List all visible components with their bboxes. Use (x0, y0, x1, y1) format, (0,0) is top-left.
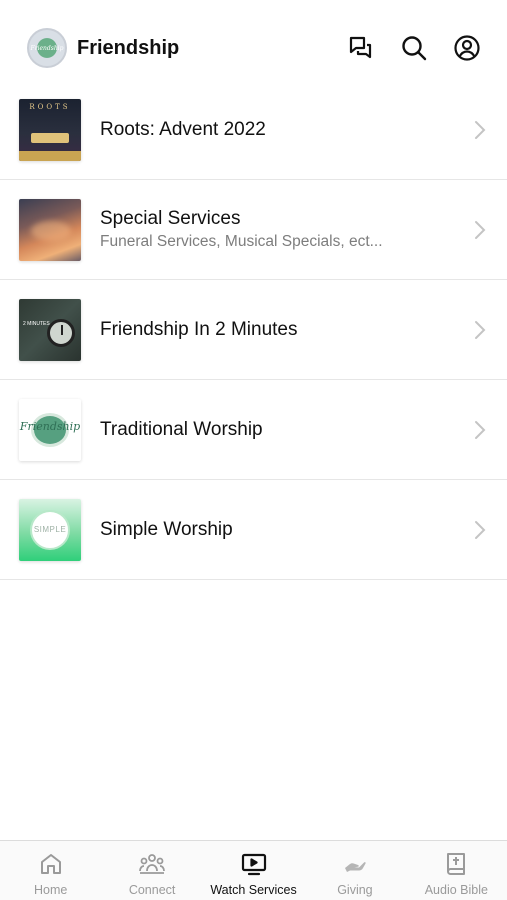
list-item-texts: Roots: Advent 2022 (100, 119, 473, 141)
list-item-title: Traditional Worship (100, 418, 263, 440)
traditional-worship-thumbnail: Friendship (19, 398, 81, 461)
thumb-band (31, 132, 69, 143)
list-item-title: Friendship In 2 Minutes (100, 318, 298, 340)
tab-home[interactable]: Home (0, 841, 101, 900)
people-icon (139, 854, 166, 874)
list-item-subtitle: Funeral Services, Musical Specials, ect.… (100, 233, 383, 250)
chevron-right-icon (475, 420, 486, 439)
tab-giving[interactable]: Giving (304, 841, 405, 900)
app: Friendship Friendship ROOTS Roots: Adven… (0, 0, 507, 900)
tab-label: Giving (337, 883, 373, 897)
list-item-traditional-worship[interactable]: Friendship Traditional Worship (0, 380, 507, 480)
chevron-right-icon (475, 320, 486, 339)
clock-icon (47, 318, 75, 347)
list-item-texts: Simple Worship (100, 519, 473, 541)
list-item-texts: Traditional Worship (100, 419, 473, 441)
list-item-texts: Special Services Funeral Services, Music… (100, 208, 473, 251)
logo-text: Friendship (30, 44, 64, 52)
tab-label: Audio Bible (424, 883, 488, 897)
friendship-2-minutes-thumbnail: 2 MINUTES (19, 298, 81, 361)
thumb-text: ROOTS (29, 102, 71, 111)
tab-watch-services[interactable]: Watch Services (203, 841, 304, 900)
list-item-friendship-2-minutes[interactable]: 2 MINUTES Friendship In 2 Minutes (0, 280, 507, 380)
profile-icon[interactable] (453, 34, 481, 62)
list-item-simple-worship[interactable]: SIMPLE Simple Worship (0, 480, 507, 580)
thumb-cloud (31, 220, 71, 241)
page-title: Friendship (77, 36, 180, 59)
list-item-texts: Friendship In 2 Minutes (100, 319, 473, 341)
list-item-special-services[interactable]: Special Services Funeral Services, Music… (0, 180, 507, 280)
thumb-base (19, 150, 81, 161)
chevron-right-icon (475, 520, 486, 539)
chevron-right-icon (475, 120, 486, 139)
home-icon (40, 854, 61, 874)
bottom-tab-bar: Home Connect Watch Services Giving Audio… (0, 840, 507, 900)
chat-icon[interactable] (347, 34, 375, 62)
church-logo-avatar[interactable]: Friendship (27, 28, 67, 68)
list-item-title: Roots: Advent 2022 (100, 118, 266, 140)
thumb-text: Friendship (19, 419, 81, 433)
simple-worship-thumbnail: SIMPLE (19, 498, 81, 561)
tab-label: Watch Services (210, 883, 297, 897)
tab-label: Connect (128, 883, 176, 897)
list-item-title: Special Services (100, 208, 241, 229)
tab-connect[interactable]: Connect (101, 841, 202, 900)
tab-label: Home (34, 883, 68, 897)
thumb-text: SIMPLE (33, 524, 67, 534)
bible-icon (447, 853, 466, 875)
special-services-thumbnail (19, 198, 81, 261)
tab-audio-bible[interactable]: Audio Bible (406, 841, 507, 900)
search-icon[interactable] (400, 34, 428, 62)
tv-play-icon (241, 853, 266, 876)
hand-icon (344, 862, 366, 872)
list-item-roots-advent[interactable]: ROOTS Roots: Advent 2022 (0, 80, 507, 180)
roots-thumbnail: ROOTS (19, 98, 81, 161)
list-item-title: Simple Worship (100, 518, 233, 540)
services-list: ROOTS Roots: Advent 2022 Special Service… (0, 80, 507, 580)
chevron-right-icon (475, 220, 486, 239)
